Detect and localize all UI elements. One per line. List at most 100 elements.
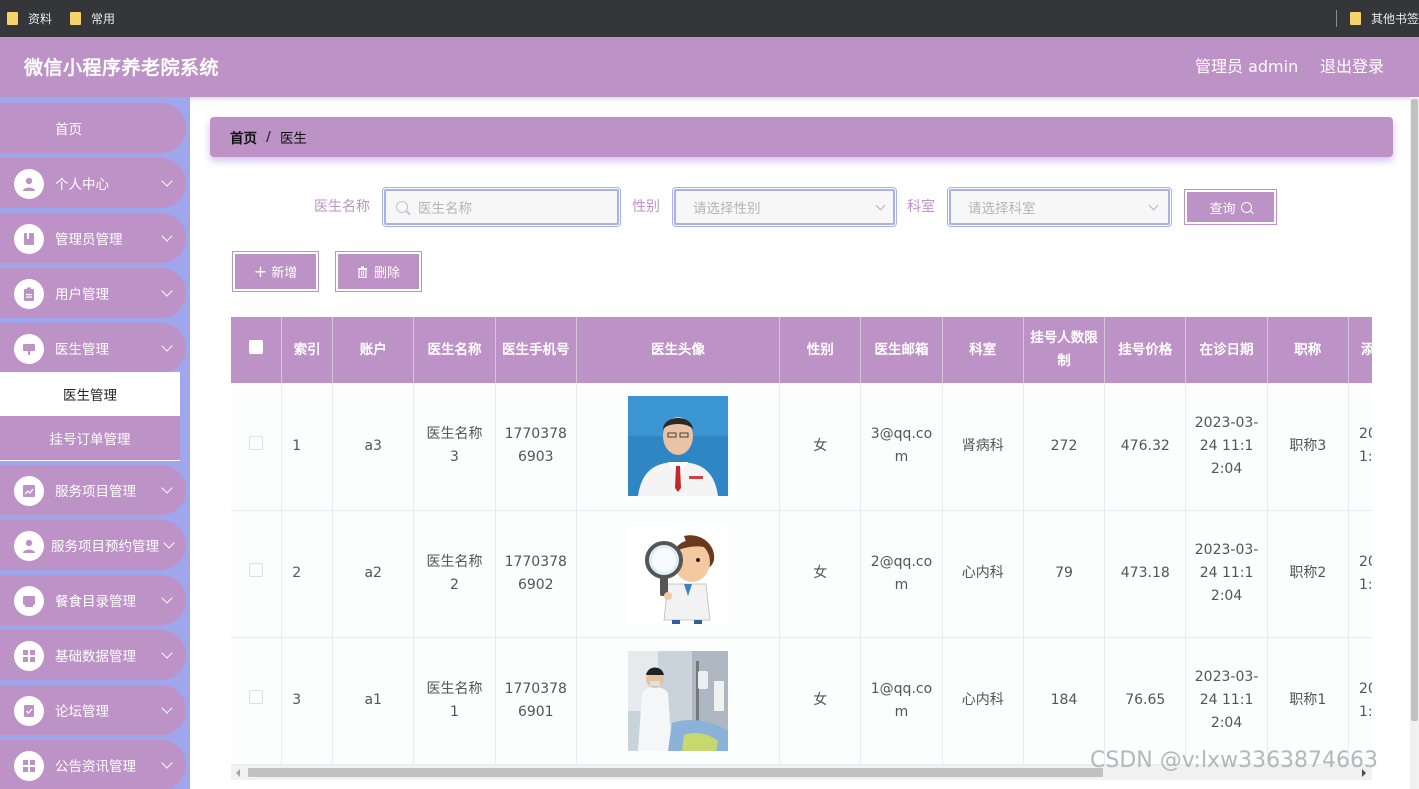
table-row: 3 a1 医生名称1 17703786901 女 1@qq.com 心内科 18… [231, 637, 1372, 765]
tray-icon [14, 586, 44, 616]
cell-date: 2023-03-24 11:12:04 [1185, 637, 1268, 765]
chevron-down-icon [1148, 200, 1159, 211]
cell-title: 职称3 [1267, 383, 1349, 511]
cell-avatar [576, 637, 781, 765]
department-select[interactable]: 请选择科室 [947, 187, 1172, 227]
column-header: 账户 [332, 317, 415, 383]
page-vertical-scrollbar[interactable] [1410, 97, 1419, 789]
cell-title: 职称2 [1267, 510, 1349, 638]
cell-account: a1 [332, 637, 415, 765]
column-header: 医生邮箱 [860, 317, 943, 383]
cell-gender: 女 [779, 637, 862, 765]
app-title: 微信小程序养老院系统 [24, 57, 220, 79]
cell-name: 医生名称2 [413, 510, 496, 638]
breadcrumb: 首页 / 医生 [210, 117, 1393, 157]
column-header: 在诊日期 [1185, 317, 1268, 383]
sidebar-item-label: 管理员管理 [55, 232, 123, 248]
cell-date: 2023-03-24 11:12:04 [1185, 510, 1268, 638]
column-header: 添加时间 [1348, 317, 1372, 383]
column-header: 医生名称 [413, 317, 496, 383]
sidebar-item-user-management[interactable]: 用户管理 [0, 268, 186, 318]
doctor-name-input[interactable]: 医生名称 [382, 187, 621, 227]
bookmark-folder-ziliao[interactable]: 资料 [7, 0, 52, 37]
chevron-down-icon [161, 285, 173, 297]
cell-account: a3 [332, 383, 415, 511]
sidebar-item-admin-management[interactable]: 管理员管理 [0, 213, 186, 263]
column-header: 索引 [281, 317, 334, 383]
grid-icon [14, 641, 44, 671]
bookmarks-bar: 资料 常用 其他书签 [0, 0, 1419, 37]
row-checkbox[interactable] [249, 690, 264, 704]
sidebar-divider [0, 460, 180, 461]
chevron-down-icon [161, 647, 173, 659]
column-header: 职称 [1267, 317, 1349, 383]
chevron-down-icon [161, 230, 173, 242]
chart-icon [14, 476, 44, 506]
query-button[interactable]: 查询 [1184, 189, 1277, 225]
sidebar-item-label: 论坛管理 [55, 704, 109, 720]
select-all-cell [231, 317, 283, 383]
doctor-photo [627, 396, 728, 497]
breadcrumb-home[interactable]: 首页 [230, 127, 257, 147]
sidebar-subitem-registration-orders[interactable]: 挂号订单管理 [0, 416, 180, 460]
sidebar-item-label: 公告资讯管理 [55, 759, 136, 775]
sidebar-item-doctor-management[interactable]: 医生管理 [0, 323, 186, 373]
sidebar-item-label: 基础数据管理 [55, 649, 136, 665]
column-header: 医生手机号 [495, 317, 577, 383]
table-row: 1 a3 医生名称3 17703786903 女 3@qq.com 肾病科 27… [231, 383, 1372, 511]
gender-label: 性别 [632, 199, 660, 215]
column-header: 挂号人数限制 [1023, 317, 1106, 383]
scrollbar-thumb[interactable] [248, 768, 1103, 777]
sidebar-item-announcement-management[interactable]: 公告资讯管理 [0, 740, 186, 789]
bookmark-folder-other[interactable]: 其他书签 [1350, 0, 1419, 37]
select-all-checkbox[interactable] [249, 339, 264, 354]
bookmark-folder-changyong[interactable]: 常用 [70, 0, 115, 37]
sidebar-item-base-data-management[interactable]: 基础数据管理 [0, 630, 186, 680]
cell-gender: 女 [779, 510, 862, 638]
doctor-name-placeholder: 医生名称 [418, 201, 472, 217]
sidebar-item-label: 餐食目录管理 [55, 594, 136, 610]
column-header: 医生头像 [576, 317, 781, 383]
cartoon-doctor-image [627, 523, 728, 624]
sidebar-item-home[interactable]: 首页 [0, 103, 186, 153]
row-checkbox[interactable] [249, 563, 264, 577]
search-icon [396, 201, 408, 213]
chevron-down-icon [163, 537, 175, 549]
scroll-left-arrow-icon[interactable] [236, 769, 240, 777]
person-icon [14, 531, 44, 561]
gender-select[interactable]: 请选择性别 [672, 187, 897, 227]
sidebar-item-label: 医生管理 [55, 342, 109, 358]
cell-price: 476.32 [1104, 383, 1187, 511]
cell-department: 心内科 [942, 637, 1024, 765]
breadcrumb-separator: / [266, 129, 271, 145]
cell-index: 2 [281, 510, 334, 638]
table-row: 2 a2 医生名称2 17703786902 女 2@qq.com 心内科 79… [231, 510, 1372, 638]
search-icon [1240, 201, 1252, 213]
sidebar-item-meal-catalog-management[interactable]: 餐食目录管理 [0, 575, 186, 625]
folder-icon [1350, 12, 1361, 25]
table-header-row: 索引 账户 医生名称 医生手机号 医生头像 性别 医生邮箱 科室 挂号人数限制 … [231, 317, 1372, 383]
sidebar-item-service-management[interactable]: 服务项目管理 [0, 465, 186, 515]
sidebar-subitem-doctor-management[interactable]: 医生管理 [0, 372, 180, 416]
sidebar-item-personal-center[interactable]: 个人中心 [0, 158, 186, 208]
delete-button[interactable]: 删除 [335, 251, 422, 292]
cell-email: 1@qq.com [860, 637, 943, 765]
cell-avatar [576, 383, 781, 511]
hospital-photo [627, 650, 728, 751]
sidebar-item-service-booking-management[interactable]: 服务项目预约管理 [0, 520, 186, 570]
logout-link[interactable]: 退出登录 [1320, 37, 1384, 97]
row-checkbox[interactable] [249, 435, 264, 450]
sidebar-item-label: 首页 [55, 122, 82, 138]
cell-date: 2023-03-24 11:12:04 [1185, 383, 1268, 511]
cell-added: 2023-03-24 11:12:04 [1348, 510, 1372, 638]
row-select-cell [231, 383, 283, 511]
sidebar-item-forum-management[interactable]: 论坛管理 [0, 685, 186, 735]
cell-limit: 184 [1023, 637, 1106, 765]
book-icon [14, 224, 44, 254]
cell-limit: 272 [1023, 383, 1106, 511]
scrollbar-thumb[interactable] [1411, 99, 1418, 721]
add-button[interactable]: + 新增 [232, 251, 319, 292]
sidebar-item-label: 服务项目管理 [55, 484, 136, 500]
document-icon [14, 696, 44, 726]
chevron-down-icon [161, 482, 173, 494]
